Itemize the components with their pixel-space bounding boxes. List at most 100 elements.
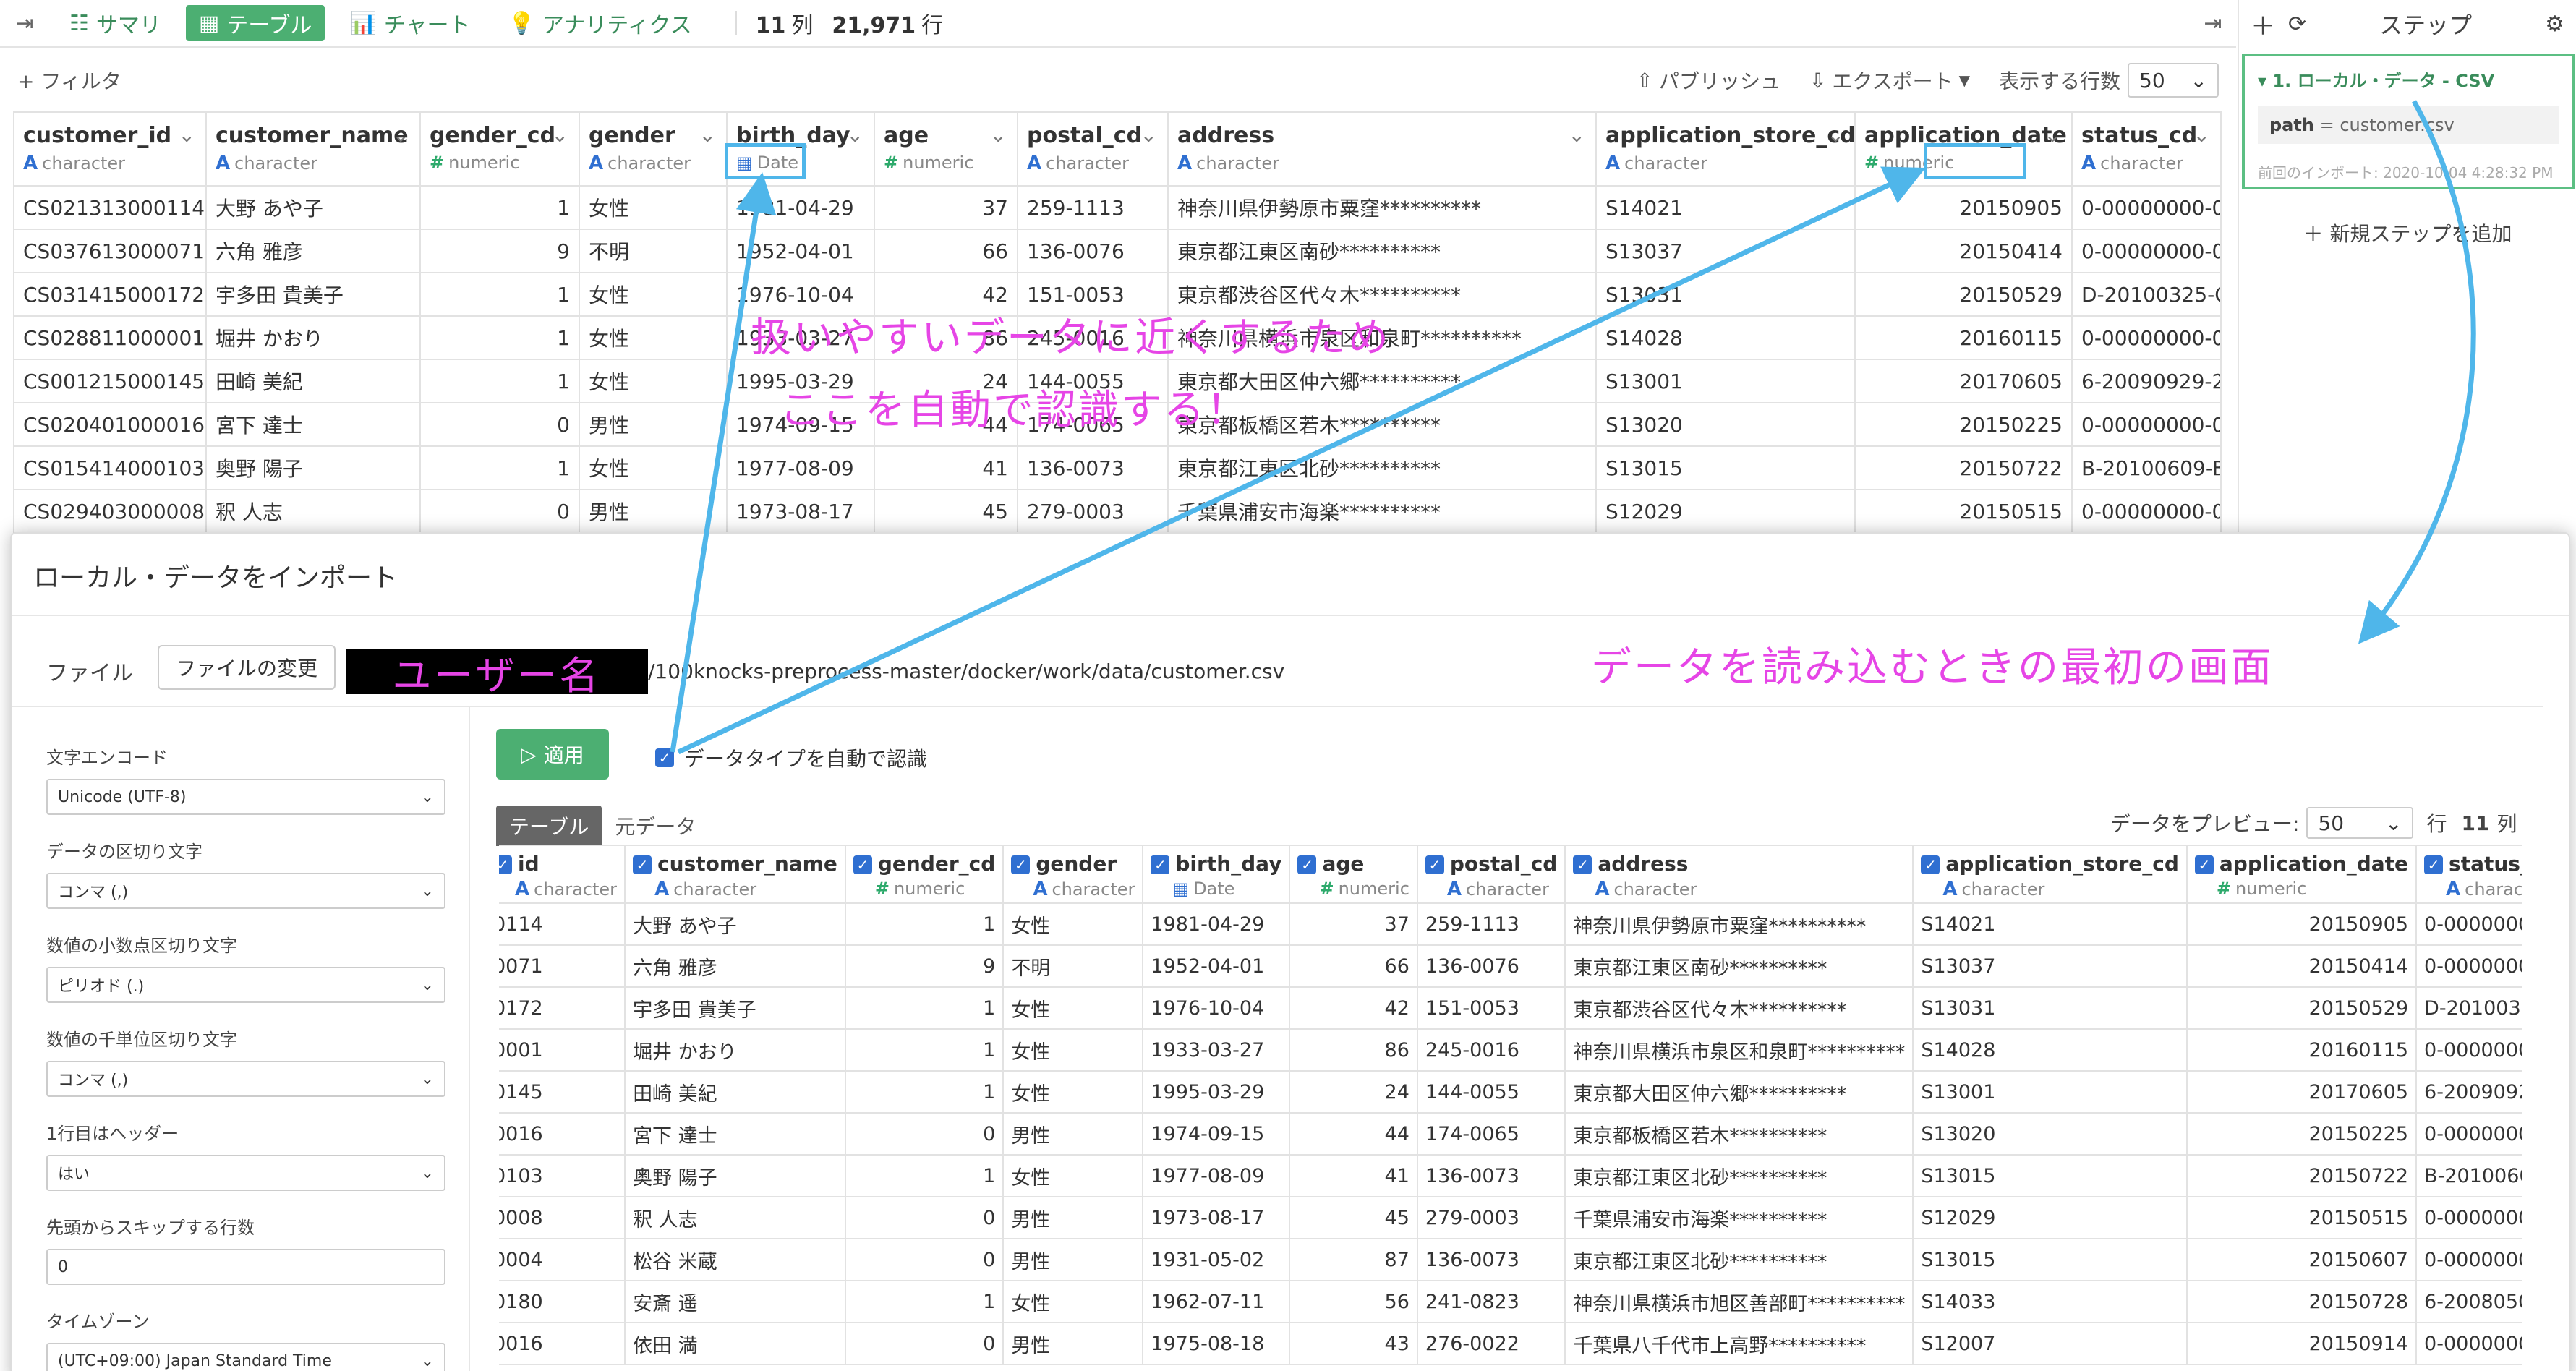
collapse-right-icon[interactable]: ⇥ (2198, 9, 2227, 38)
table-cell[interactable]: 1976-10-04 (1142, 986, 1291, 1030)
table-cell[interactable]: 東京都江東区北砂********** (1167, 445, 1597, 490)
table-cell[interactable]: S14028 (1912, 1028, 2188, 1072)
table-cell[interactable]: CS029403000008 (13, 489, 207, 534)
export-button[interactable]: ⇩ エクスポート ▼ (1809, 66, 1970, 95)
table-row[interactable]: 0145田崎 美紀1女性1995-03-2924144-0055東京都大田区仲六… (499, 1070, 2522, 1114)
option-select[interactable]: (UTC+09:00) Japan Standard Time ⌄ (46, 1343, 445, 1371)
preview-column-header-age[interactable]: ✓ age # numeric (1289, 845, 1418, 904)
table-cell[interactable]: 20150414 (2185, 944, 2418, 988)
table-cell[interactable]: 安斎 遥 (624, 1280, 846, 1323)
chevron-down-icon[interactable]: ⌄ (393, 123, 409, 147)
table-cell[interactable]: 六角 雅彦 (205, 228, 421, 273)
table-cell[interactable]: B-20100609-B (2071, 445, 2222, 490)
preview-column-header-customer_id[interactable]: ✓ id Acharacter (499, 845, 626, 904)
column-header-gender[interactable]: gender Acharacter ⌄ (579, 111, 728, 187)
table-cell[interactable]: 0 (844, 1196, 1005, 1239)
table-cell[interactable]: 不明 (579, 228, 728, 273)
table-cell[interactable]: S13020 (1595, 402, 1856, 447)
table-cell[interactable]: 20150529 (1854, 272, 2073, 317)
table-cell[interactable]: 45 (874, 489, 1018, 534)
table-cell[interactable]: 0172 (499, 986, 626, 1030)
table-cell[interactable]: 20170605 (1854, 359, 2073, 403)
table-cell[interactable]: 9 (844, 944, 1005, 988)
table-cell[interactable]: 20170605 (2185, 1070, 2418, 1114)
preview-column-header-customer_name[interactable]: ✓ customer_name Acharacter (624, 845, 846, 904)
table-cell[interactable]: 0-00000000-0 (2415, 1196, 2522, 1239)
table-cell[interactable]: 1975-08-18 (1142, 1322, 1291, 1365)
table-cell[interactable]: 0 (844, 1112, 1005, 1156)
table-cell[interactable]: 1931-05-02 (1142, 1238, 1291, 1281)
preview-column-header-application_store_cd[interactable]: ✓ application_store_cd Acharacter (1912, 845, 2188, 904)
table-cell[interactable]: 0-00000000-0 (2415, 1112, 2522, 1156)
table-cell[interactable]: 1962-07-11 (1142, 1280, 1291, 1323)
table-row[interactable]: CS029403000008 釈 人志 0 男性 1973-08-17 45 279-000… (13, 489, 2222, 534)
table-cell[interactable]: 女性 (579, 359, 728, 403)
column-header-customer_id[interactable]: customer_id Acharacter ⌄ (13, 111, 207, 187)
checkbox-checked-icon[interactable]: ✓ (655, 748, 674, 767)
table-cell[interactable]: 東京都江東区南砂********** (1564, 944, 1914, 988)
table-cell[interactable]: S12007 (1912, 1322, 2188, 1365)
table-cell[interactable]: 大野 あや子 (624, 902, 846, 946)
table-cell[interactable]: CS020401000016 (13, 402, 207, 447)
checkbox-checked-icon[interactable]: ✓ (2194, 855, 2214, 874)
table-cell[interactable]: 宮下 達士 (205, 402, 421, 447)
preview-rows-select[interactable]: 50 ⌄ (2306, 807, 2414, 839)
column-header-customer_name[interactable]: customer_name Acharacter ⌄ (205, 111, 421, 187)
table-cell[interactable]: 20150905 (1854, 185, 2073, 230)
preview-column-header-gender[interactable]: ✓ gender Acharacter (1002, 845, 1144, 904)
table-cell[interactable]: 20150728 (2185, 1280, 2418, 1323)
checkbox-checked-icon[interactable]: ✓ (853, 855, 872, 874)
checkbox-checked-icon[interactable]: ✓ (1151, 855, 1170, 874)
table-cell[interactable]: 241-0823 (1416, 1280, 1566, 1323)
preview-column-header-gender_cd[interactable]: ✓ gender_cd # numeric (844, 845, 1005, 904)
table-cell[interactable]: 女性 (579, 315, 728, 360)
checkbox-checked-icon[interactable]: ✓ (2424, 855, 2444, 874)
table-cell[interactable]: 0 (844, 1322, 1005, 1365)
table-cell[interactable]: 144-0055 (1416, 1070, 1566, 1114)
add-filter-button[interactable]: + フィルタ (17, 66, 121, 95)
table-cell[interactable]: 20150607 (2185, 1238, 2418, 1281)
rows-select[interactable]: 50 ⌄ (2128, 63, 2219, 98)
table-cell[interactable]: 堀井 かおり (205, 315, 421, 360)
table-cell[interactable]: 奥野 陽子 (624, 1154, 846, 1197)
table-cell[interactable]: 1 (419, 315, 580, 360)
table-cell[interactable]: 0114 (499, 902, 626, 946)
table-row[interactable]: CS037613000071 六角 雅彦 9 不明 1952-04-01 66 136-00… (13, 228, 2222, 273)
table-cell[interactable]: 1952-04-01 (726, 228, 875, 273)
table-cell[interactable]: 1 (844, 1280, 1005, 1323)
table-cell[interactable]: 0 (419, 489, 580, 534)
table-cell[interactable]: 136-0076 (1416, 944, 1566, 988)
table-cell[interactable]: 151-0053 (1416, 986, 1566, 1030)
table-cell[interactable]: 20150225 (1854, 402, 2073, 447)
option-input[interactable]: 0 (46, 1249, 445, 1285)
table-cell[interactable]: 六角 雅彦 (624, 944, 846, 988)
chevron-down-icon[interactable]: ⌄ (179, 123, 195, 147)
table-cell[interactable]: 神奈川県横浜市泉区和泉町********** (1564, 1028, 1914, 1072)
table-cell[interactable]: 0071 (499, 944, 626, 988)
preview-column-header-application_date[interactable]: ✓ application_date # numeric (2185, 845, 2418, 904)
table-row[interactable]: 0103奥野 陽子1女性1977-08-0941136-0073東京都江東区北砂… (499, 1154, 2522, 1197)
change-file-button[interactable]: ファイルの変更 (158, 645, 336, 690)
table-cell[interactable]: 0-00000000-0 (2071, 228, 2222, 273)
table-cell[interactable]: 女性 (1002, 902, 1144, 946)
option-select[interactable]: コンマ (,) ⌄ (46, 1061, 445, 1097)
table-cell[interactable]: 43 (1289, 1322, 1418, 1365)
table-cell[interactable]: 1977-08-09 (1142, 1154, 1291, 1197)
table-cell[interactable]: 20150515 (2185, 1196, 2418, 1239)
table-row[interactable]: 0001堀井 かおり1女性1933-03-2786245-0016神奈川県横浜市… (499, 1028, 2522, 1072)
table-cell[interactable]: S13015 (1912, 1238, 2188, 1281)
table-cell[interactable]: 0008 (499, 1196, 626, 1239)
checkbox-checked-icon[interactable]: ✓ (1425, 855, 1444, 874)
table-cell[interactable]: 20150722 (2185, 1154, 2418, 1197)
refresh-icon[interactable]: ⟳ (2288, 12, 2306, 37)
table-cell[interactable]: D-20100325-C (2415, 986, 2522, 1030)
table-cell[interactable]: 釈 人志 (624, 1196, 846, 1239)
option-select[interactable]: はい ⌄ (46, 1155, 445, 1191)
table-cell[interactable]: S14021 (1912, 902, 2188, 946)
table-cell[interactable]: 20150905 (2185, 902, 2418, 946)
table-cell[interactable]: 0-00000000-0 (2071, 185, 2222, 230)
table-cell[interactable]: 276-0022 (1416, 1322, 1566, 1365)
tab-chart[interactable]: 📊 チャート (336, 5, 483, 41)
table-cell[interactable]: 男性 (1002, 1238, 1144, 1281)
table-cell[interactable]: S13031 (1595, 272, 1856, 317)
